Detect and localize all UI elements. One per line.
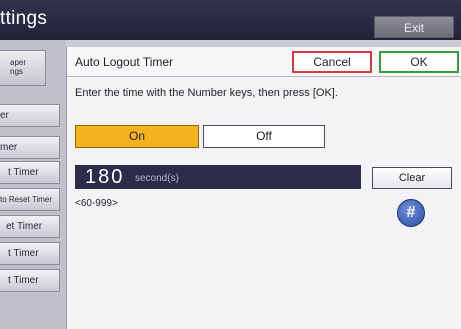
sidebar-tab[interactable]: et Timer: [0, 215, 60, 238]
timer-unit: second(s): [135, 173, 179, 184]
instruction-text: Enter the time with the Number keys, the…: [75, 87, 338, 99]
timer-value-field[interactable]: 180 second(s): [75, 165, 361, 189]
sidebar-tab-paper-settings[interactable]: aper ngs: [0, 50, 46, 86]
sidebar-tab-label: mer: [0, 142, 18, 153]
sidebar-tab[interactable]: mer: [0, 136, 60, 159]
sidebar-tab-label: aper ngs: [10, 58, 27, 76]
sidebar-tab-label: er: [0, 110, 9, 121]
sidebar-tab-label: t Timer: [8, 275, 39, 286]
clear-button[interactable]: Clear: [372, 167, 452, 189]
dialog-title-bar: Auto Logout Timer Cancel OK: [67, 47, 461, 77]
dialog-title: Auto Logout Timer: [75, 55, 174, 69]
sidebar-tab-label: t Timer: [8, 167, 39, 178]
exit-button[interactable]: Exit: [374, 16, 454, 38]
sidebar-tab-label: et Timer: [6, 221, 43, 232]
hash-key-button[interactable]: #: [397, 199, 425, 227]
sidebar-tab-label: t Timer: [8, 248, 39, 259]
sidebar-tab[interactable]: to Reset Timer: [0, 188, 60, 211]
sidebar: aper ngs er mer t Timer to Reset Timer e…: [0, 40, 66, 329]
dialog-panel: Auto Logout Timer Cancel OK Enter the ti…: [66, 47, 461, 329]
screen: ttings Exit aper ngs er mer t Timer to R…: [0, 0, 461, 329]
timer-value: 180: [85, 166, 125, 188]
sidebar-tab[interactable]: t Timer: [0, 242, 60, 265]
range-hint: <60-999>: [75, 198, 118, 209]
cancel-button[interactable]: Cancel: [292, 51, 372, 73]
on-button[interactable]: On: [75, 125, 199, 148]
sidebar-tab[interactable]: t Timer: [0, 161, 60, 184]
header-bar: ttings Exit: [0, 0, 461, 40]
sidebar-tab-label: to Reset Timer: [0, 195, 53, 204]
page-title: ttings: [0, 8, 48, 29]
off-button[interactable]: Off: [203, 125, 325, 148]
ok-button[interactable]: OK: [379, 51, 459, 73]
sidebar-tab[interactable]: er: [0, 104, 60, 127]
sidebar-tab[interactable]: t Timer: [0, 269, 60, 292]
